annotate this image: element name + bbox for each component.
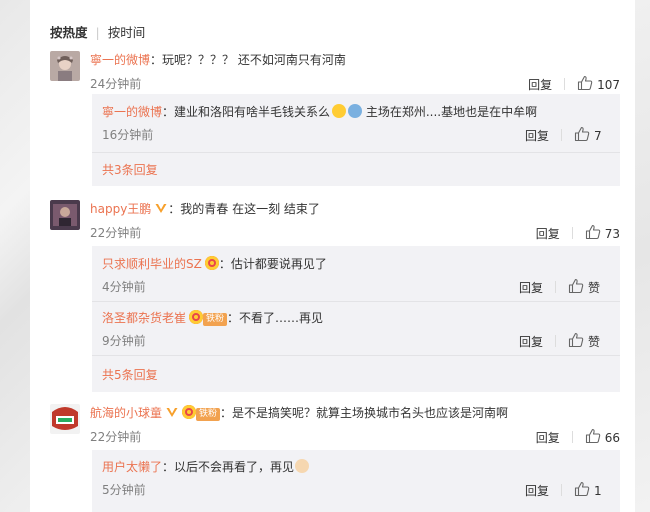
- heart-eyes-emoji-icon: [204, 256, 219, 270]
- reply-item: 只求顺利毕业的SZ ：估计都要说再见了 4分钟前 回复 赞: [102, 255, 610, 296]
- reply-item: 寧一的微博：建业和洛阳有啥半毛钱关系么 主场在郑州....基地也是在中牟啊 16…: [102, 103, 610, 144]
- reply-button[interactable]: 回复: [528, 78, 552, 92]
- shrug-emoji-icon: [332, 104, 347, 118]
- comment-panel: 按热度 | 按时间 寧一的微博：玩呢？？？？ 还不如河南只有河南 24分钟前 回复 1…: [30, 0, 635, 512]
- like-button[interactable]: 66: [585, 428, 620, 445]
- avatar[interactable]: [50, 404, 80, 434]
- shrug-emoji-icon: [348, 104, 363, 118]
- like-button[interactable]: 赞: [568, 278, 602, 296]
- comment-text: ：我的青春 在这一刻 结束了: [168, 202, 320, 216]
- tab-sort-by-time[interactable]: 按时间: [108, 25, 146, 40]
- reply-button[interactable]: 回复: [519, 281, 543, 295]
- reply-text: ：建业和洛阳有啥半毛钱关系么: [162, 105, 331, 119]
- reply-username[interactable]: 只求顺利毕业的SZ: [102, 257, 202, 271]
- reply-divider: [92, 301, 620, 302]
- comment-time: 22分钟前: [90, 226, 142, 240]
- reply-time: 16分钟前: [102, 128, 154, 142]
- reply-box: 用户太懒了：以后不会再看了，再见 5分钟前 回复 1: [92, 450, 620, 512]
- page-background-left: [0, 0, 30, 512]
- reply-button[interactable]: 回复: [525, 484, 549, 498]
- iron-fan-badge: 铁粉: [203, 313, 228, 326]
- iron-fan-badge: 铁粉: [196, 408, 221, 421]
- reply-item: 洛圣都杂货老崔 铁粉 ：不看了……再见 9分钟前 回复 赞: [102, 309, 610, 350]
- reply-username[interactable]: 用户太懒了: [102, 460, 162, 474]
- reply-button[interactable]: 回复: [536, 431, 560, 445]
- thumbs-up-icon: [577, 75, 593, 92]
- like-count: 73: [604, 227, 620, 241]
- thumbs-up-icon: [585, 224, 601, 241]
- reply-username[interactable]: 洛圣都杂货老崔: [102, 311, 186, 325]
- reply-button[interactable]: 回复: [519, 335, 543, 349]
- reply-username[interactable]: 寧一的微博: [102, 105, 162, 119]
- reply-divider: [92, 355, 620, 356]
- reply-divider: [92, 152, 620, 153]
- reply-button[interactable]: 回复: [525, 129, 549, 143]
- action-divider: [561, 484, 562, 496]
- thumbs-up-icon: [568, 278, 584, 295]
- reply-box: 寧一的微博：建业和洛阳有啥半毛钱关系么 主场在郑州....基地也是在中牟啊 16…: [92, 94, 620, 186]
- comment-username[interactable]: 航海的小球童: [90, 406, 162, 420]
- comment-time: 22分钟前: [90, 430, 142, 444]
- comment-text: ：玩呢？？？？ 还不如河南只有河南: [150, 53, 346, 67]
- like-count: 7: [594, 129, 602, 143]
- reply-text: ：不看了……再见: [227, 311, 324, 325]
- thumbs-up-icon: [574, 126, 590, 143]
- waving-hand-emoji-icon: [295, 459, 310, 473]
- thumbs-up-icon: [568, 332, 584, 349]
- comment-username[interactable]: 寧一的微博: [90, 53, 150, 67]
- action-divider: [561, 129, 562, 141]
- sort-tabs: 按热度 | 按时间: [50, 22, 145, 41]
- like-label: 赞: [588, 335, 601, 349]
- more-replies-link[interactable]: 共3条回复: [102, 161, 158, 178]
- verified-v-icon: [165, 405, 179, 419]
- action-divider: [564, 78, 566, 90]
- thumbs-up-icon: [574, 481, 590, 498]
- reply-button[interactable]: 回复: [536, 227, 560, 241]
- heart-eyes-emoji-icon: [189, 310, 204, 324]
- reply-time: 5分钟前: [102, 483, 146, 497]
- avatar[interactable]: [50, 51, 80, 81]
- action-divider: [555, 281, 556, 293]
- verified-v-icon: [154, 201, 168, 215]
- reply-item: 用户太懒了：以后不会再看了，再见 5分钟前 回复 1: [102, 458, 610, 499]
- like-count: 66: [604, 431, 620, 445]
- reply-text: ：估计都要说再见了: [218, 257, 327, 271]
- action-divider: [571, 227, 573, 239]
- reply-text: ：以后不会再看了，再见: [162, 460, 295, 474]
- reply-time: 4分钟前: [102, 280, 146, 294]
- like-label: 赞: [588, 281, 601, 295]
- avatar[interactable]: [50, 200, 80, 230]
- like-button[interactable]: 1: [574, 481, 608, 498]
- comment-time: 24分钟前: [90, 77, 142, 91]
- reply-time: 9分钟前: [102, 334, 146, 348]
- like-button[interactable]: 107: [577, 75, 620, 92]
- thumbs-up-icon: [585, 428, 601, 445]
- reply-text-continued: 主场在郑州....基地也是在中牟啊: [362, 105, 538, 119]
- tab-divider: |: [95, 25, 100, 40]
- comment-username[interactable]: happy王鹏: [90, 202, 151, 216]
- tab-sort-by-hot[interactable]: 按热度: [50, 25, 88, 40]
- comment-text: ：是不是搞笑呢？就算主场换城市名头也应该是河南啊: [220, 406, 509, 420]
- like-count: 107: [597, 78, 620, 92]
- reply-box: 只求顺利毕业的SZ ：估计都要说再见了 4分钟前 回复赞 洛圣都杂货老崔 铁粉 ：不看…: [92, 246, 620, 392]
- like-button[interactable]: 7: [574, 126, 608, 143]
- heart-eyes-emoji-icon: [182, 405, 197, 419]
- like-count: 1: [594, 484, 602, 498]
- like-button[interactable]: 73: [585, 224, 620, 241]
- action-divider: [555, 335, 556, 347]
- action-divider: [571, 431, 573, 443]
- more-replies-link[interactable]: 共5条回复: [102, 366, 158, 383]
- like-button[interactable]: 赞: [568, 332, 602, 350]
